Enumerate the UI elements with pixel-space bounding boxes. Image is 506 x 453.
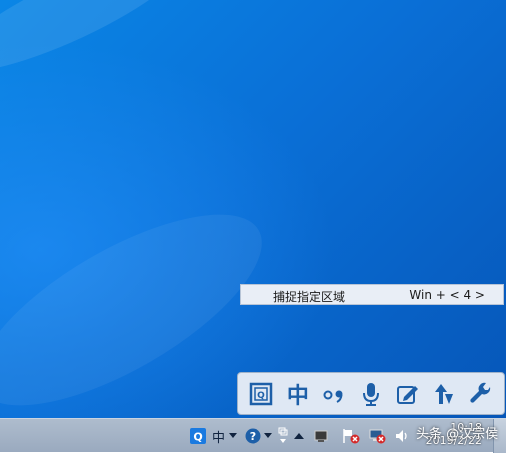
chevron-up-icon (294, 433, 305, 439)
flag-alert-icon (343, 429, 360, 444)
ime-language-button[interactable]: 中 (212, 426, 238, 446)
speaker-icon (396, 430, 407, 442)
punctuation-icon (323, 390, 343, 403)
restore-toolbar-button[interactable] (278, 426, 288, 446)
tray-app-button[interactable] (314, 426, 328, 446)
watermark: 头条 @汉宗侯 (416, 427, 499, 442)
handwriting-button[interactable] (389, 376, 426, 411)
tools-sort-button[interactable] (426, 376, 463, 411)
app-tray-icon (314, 430, 328, 442)
sort-icon (435, 383, 454, 404)
edit-icon (396, 385, 418, 404)
wallpaper-streak (0, 0, 201, 93)
volume-button[interactable] (394, 426, 410, 446)
restore-icon (278, 427, 288, 443)
ime-toolbar: Q 中 (237, 372, 505, 415)
capture-region-button[interactable]: Q (243, 376, 280, 411)
help-icon: ? (245, 428, 261, 444)
svg-text:?: ? (250, 430, 256, 443)
show-hidden-icons-button[interactable] (294, 426, 305, 446)
voice-input-button[interactable] (353, 376, 390, 411)
wrench-icon (470, 382, 490, 403)
tooltip-command: 捕捉指定区域 (273, 290, 346, 304)
punctuation-button[interactable] (316, 376, 353, 411)
network-button[interactable] (368, 426, 386, 446)
action-center-button[interactable] (342, 426, 360, 446)
chevron-down-icon (264, 433, 273, 438)
ime-language-label: 中 (212, 430, 226, 446)
help-button[interactable]: ? (245, 426, 273, 446)
svg-text:Q: Q (257, 391, 265, 401)
shortcut-tooltip: 捕捉指定区域 Win + < 4 > (240, 284, 504, 305)
desktop-background: 捕捉指定区域 Win + < 4 > Q 中 (0, 0, 506, 418)
svg-text:Q: Q (193, 431, 202, 444)
chevron-down-icon (229, 433, 238, 438)
chinese-mode-button[interactable]: 中 (280, 376, 317, 411)
ime-logo-icon: Q (190, 428, 206, 444)
microphone-icon (363, 382, 380, 406)
settings-button[interactable] (462, 376, 499, 411)
chinese-mode-label: 中 (286, 383, 309, 409)
capture-region-icon: Q (250, 382, 273, 405)
network-error-icon (369, 429, 386, 444)
ime-logo-button[interactable]: Q (190, 426, 206, 446)
tooltip-shortcut: Win + < 4 > (409, 288, 485, 302)
